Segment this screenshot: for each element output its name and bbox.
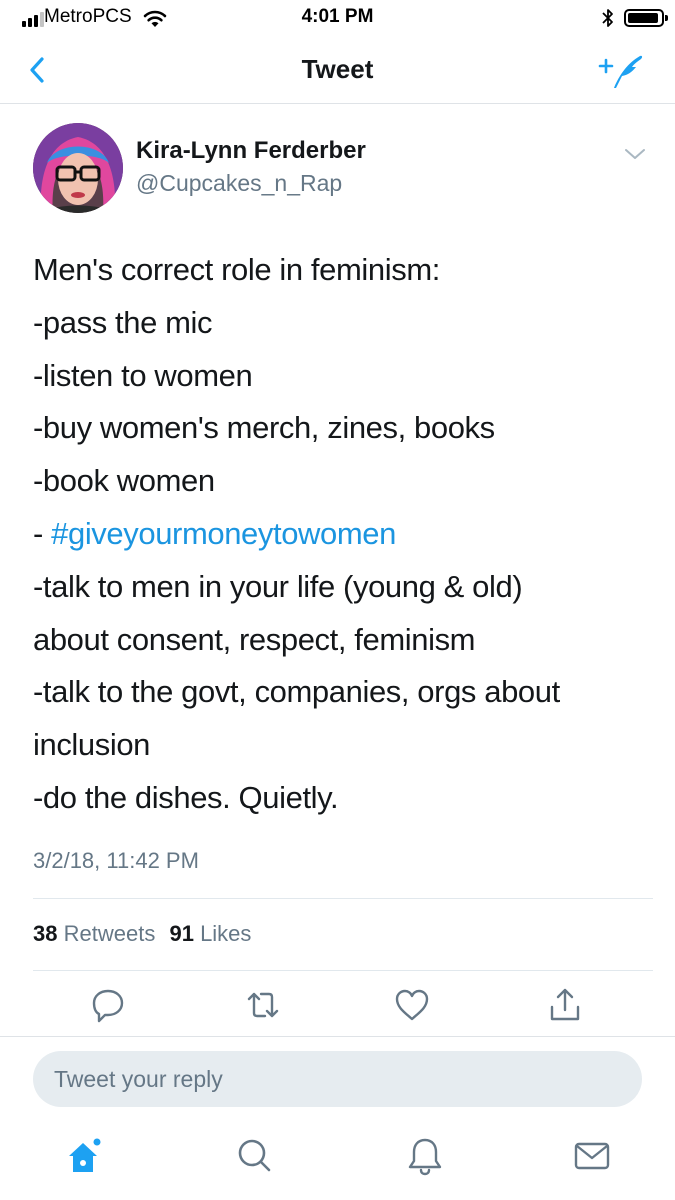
reply-button[interactable] [88, 985, 128, 1025]
retweet-icon [247, 992, 279, 1018]
divider [33, 898, 653, 899]
divider [33, 970, 653, 971]
tweet-line: -pass the mic [33, 304, 213, 340]
messages-icon [574, 1142, 610, 1170]
retweets-stat[interactable]: 38 Retweets [33, 921, 155, 946]
like-button[interactable] [392, 985, 432, 1025]
tweet-line: -book women [33, 463, 215, 499]
like-icon [395, 989, 429, 1021]
home-icon [69, 1136, 103, 1172]
retweet-button[interactable] [243, 985, 283, 1025]
tweet-line: about consent, respect, feminism [33, 621, 476, 657]
author-handle[interactable]: @Cupcakes_n_Rap [136, 170, 342, 197]
author-name[interactable]: Kira-Lynn Ferderber [136, 137, 366, 165]
share-icon [550, 988, 580, 1021]
tab-notifications[interactable] [403, 1134, 447, 1178]
likes-stat[interactable]: 91 Likes [169, 921, 251, 946]
profile-photo [33, 123, 123, 213]
tweet-line: -buy women's merch, zines, books [33, 410, 495, 446]
tab-home[interactable] [63, 1134, 107, 1178]
retweets-count: 38 [33, 921, 58, 946]
hashtag-link[interactable]: #giveyourmoneytowomen [51, 516, 396, 551]
notifications-icon [408, 1138, 442, 1176]
tweet-text: Men's correct role in feminism: -pass th… [33, 244, 653, 825]
tweet-line: -listen to women [33, 357, 253, 393]
tweet-line-hashtag: - #giveyourmoneytowomen [33, 508, 653, 561]
status-time: 4:01 PM [301, 6, 374, 27]
compose-tweet-button[interactable] [596, 48, 648, 92]
tweet-actions [0, 985, 675, 1031]
tweet-line: -do the dishes. Quietly. [33, 779, 339, 815]
tweet-line: -talk to men in your life (young & old) [33, 568, 523, 604]
tweet-line: inclusion [33, 727, 151, 763]
navigation-bar: Tweet [0, 36, 675, 104]
avatar[interactable] [33, 123, 123, 213]
search-icon [238, 1139, 271, 1172]
tweet-timestamp: 3/2/18, 11:42 PM [33, 848, 199, 873]
tweet-line: -talk to the govt, companies, orgs about [33, 674, 560, 710]
hashtag-prefix: - [33, 515, 52, 551]
reply-input[interactable] [33, 1051, 642, 1107]
bluetooth-icon [602, 9, 613, 27]
share-button[interactable] [545, 985, 585, 1025]
status-bar: MetroPCS 4:01 PM [0, 0, 675, 36]
likes-label: Likes [200, 921, 252, 946]
tweet-options-button[interactable] [620, 142, 650, 166]
likes-count: 91 [169, 921, 194, 946]
page-title: Tweet [301, 54, 374, 84]
battery-icon [624, 9, 668, 27]
tab-search[interactable] [232, 1134, 276, 1178]
chevron-down-icon [625, 149, 645, 159]
retweets-label: Retweets [63, 921, 156, 946]
reply-icon [92, 989, 124, 1023]
engagement-stats: 38 Retweets 91 Likes [33, 921, 251, 947]
tweet-line: Men's correct role in feminism: [33, 252, 440, 287]
tab-messages[interactable] [570, 1134, 614, 1178]
compose-tweet-icon [598, 55, 643, 88]
